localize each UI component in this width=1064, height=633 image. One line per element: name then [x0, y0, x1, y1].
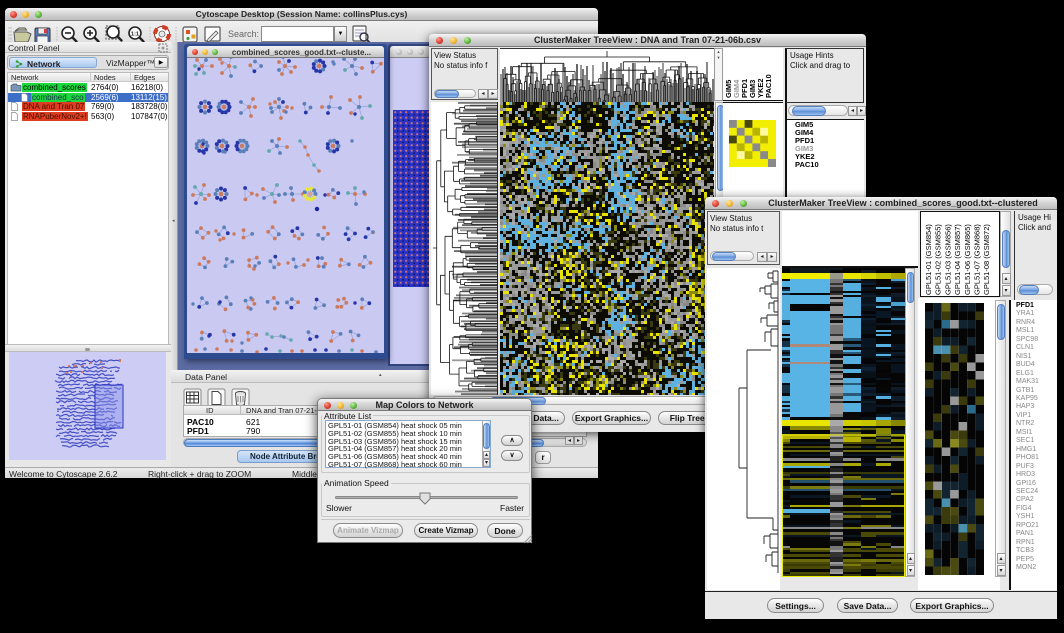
- svg-text:GPL51-03 (GSM856): GPL51-03 (GSM856): [943, 224, 952, 295]
- svg-text:GPL51-07 (GSM868): GPL51-07 (GSM868): [973, 224, 982, 295]
- svg-text:GPL51-04 (GSM857): GPL51-04 (GSM857): [953, 224, 962, 295]
- svg-text:GPL51-06 (GSM865): GPL51-06 (GSM865): [963, 224, 972, 295]
- svg-text:GPL51-02 (GSM855): GPL51-02 (GSM855): [934, 224, 943, 295]
- svg-text:GPL51-08 (GSM872): GPL51-08 (GSM872): [982, 224, 991, 295]
- svg-text:GPL51-01 (GSM854): GPL51-01 (GSM854): [924, 224, 933, 295]
- svg-text:PAC10: PAC10: [764, 74, 773, 98]
- svg-text:1:1: 1:1: [131, 32, 139, 38]
